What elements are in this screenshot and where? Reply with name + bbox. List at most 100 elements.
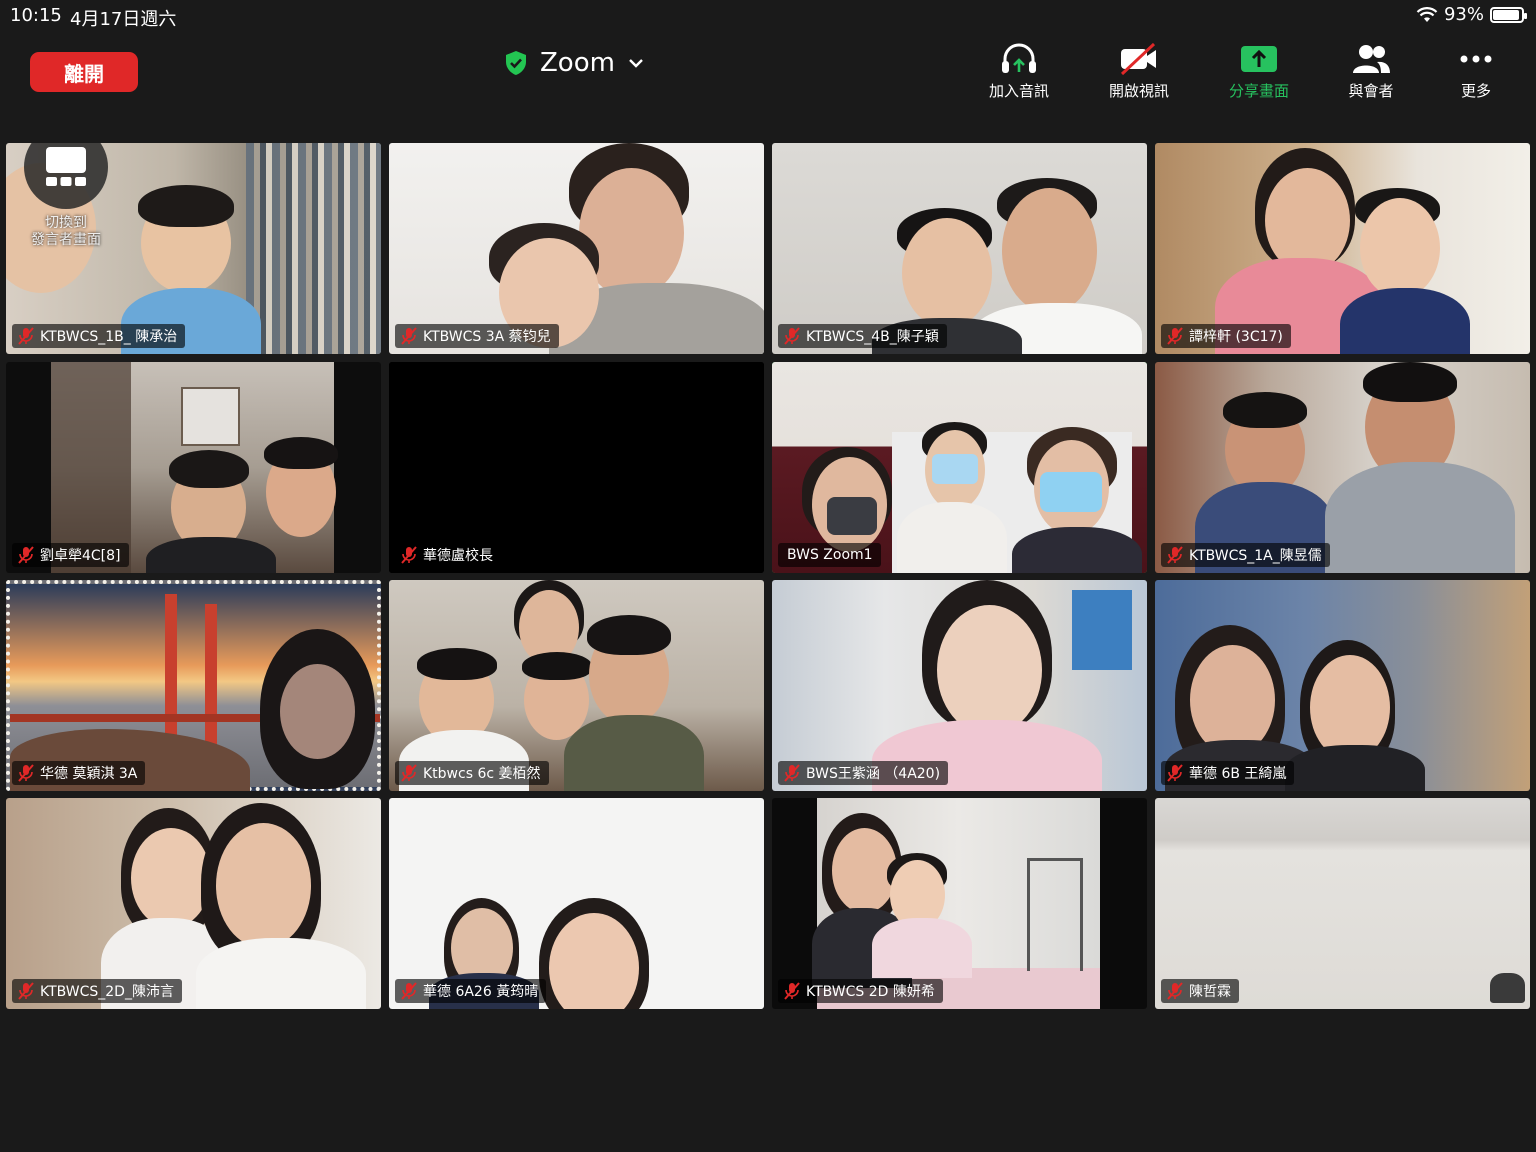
video-feed — [772, 798, 1147, 1009]
participant-name: 華德盧校長 — [423, 548, 493, 564]
mic-muted-icon — [401, 764, 417, 782]
video-tile[interactable]: KTBWCS_4B_陳子穎 — [772, 143, 1147, 354]
video-feed — [389, 362, 764, 573]
participant-name-tag: KTBWCS_4B_陳子穎 — [778, 324, 947, 348]
participant-name-tag: 華德盧校長 — [395, 543, 501, 567]
mic-muted-icon — [1167, 764, 1183, 782]
video-feed — [772, 580, 1147, 791]
video-tile-active-speaker[interactable]: BWS Zoom1 — [772, 362, 1147, 573]
video-tile[interactable]: 譚梓軒 (3C17) — [1155, 143, 1530, 354]
video-feed — [1155, 143, 1530, 354]
mic-muted-icon — [784, 982, 800, 1000]
participant-name-tag: KTBWCS_1A_陳昱儒 — [1161, 543, 1330, 567]
video-tile[interactable]: 华德 莫穎淇 3A — [6, 580, 381, 791]
participant-name-tag: KTBWCS 2D 陳妍希 — [778, 979, 943, 1003]
status-right: 93% — [1416, 4, 1527, 25]
participant-name: KTBWCS_2D_陳沛言 — [40, 984, 174, 1000]
battery-percent: 93% — [1443, 4, 1484, 25]
mic-muted-icon — [18, 327, 34, 345]
participant-name-tag: 華德 6A26 黃筠晴 — [395, 979, 547, 1003]
participant-name: KTBWCS 3A 蔡钧兒 — [423, 329, 551, 345]
mic-muted-icon — [784, 327, 800, 345]
video-tile[interactable]: 華德盧校長 — [389, 362, 764, 573]
participant-name: 劉卓犖4C[8] — [40, 548, 121, 564]
share-screen-label: 分享畫面 — [1228, 82, 1289, 100]
participant-name-tag: KTBWCS_2D_陳沛言 — [12, 979, 182, 1003]
participant-name-tag: 华德 莫穎淇 3A — [12, 761, 146, 785]
video-tile[interactable]: 陳哲霖 — [1155, 798, 1530, 1009]
participants-icon — [1353, 45, 1390, 73]
more-button[interactable]: 更多 — [1421, 42, 1531, 101]
participant-name: BWS Zoom1 — [787, 547, 873, 563]
video-tile[interactable]: Ktbwcs 6c 姜栢然 — [389, 580, 764, 791]
video-feed — [772, 362, 1147, 573]
mic-muted-icon — [18, 546, 34, 564]
participant-name-tag: BWS Zoom1 — [778, 543, 881, 567]
join-audio-label: 加入音訊 — [988, 82, 1049, 100]
video-feed — [6, 798, 381, 1009]
toolbar: 加入音訊 開啟視訊 分享畫面 與會者 更多 — [0, 42, 1536, 102]
video-tile[interactable]: 切換到 發言者畫面 KTBWCS_1B_ 陳承治 — [6, 143, 381, 354]
mic-muted-icon — [1167, 327, 1183, 345]
participant-name: KTBWCS_1B_ 陳承治 — [40, 329, 178, 345]
share-screen-button[interactable]: 分享畫面 — [1204, 42, 1314, 101]
video-tile[interactable]: KTBWCS 2D 陳妍希 — [772, 798, 1147, 1009]
video-tile[interactable]: KTBWCS_2D_陳沛言 — [6, 798, 381, 1009]
start-video-label: 開啟視訊 — [1108, 82, 1169, 100]
participants-button[interactable]: 與會者 — [1316, 42, 1426, 101]
video-tile[interactable]: KTBWCS_1A_陳昱儒 — [1155, 362, 1530, 573]
video-tile[interactable]: BWS王紫涵 （4A20) — [772, 580, 1147, 791]
headphones-icon — [1002, 43, 1036, 73]
mic-muted-icon — [18, 982, 34, 1000]
switch-view-line1: 切換到 — [45, 215, 87, 231]
gallery-view-icon — [24, 143, 108, 209]
status-bar: 10:15 4月17日週六 93% — [0, 0, 1536, 30]
mic-muted-icon — [401, 327, 417, 345]
switch-view-line2: 發言者畫面 — [31, 232, 101, 248]
video-feed — [1155, 362, 1530, 573]
participant-name-tag: 陳哲霖 — [1161, 979, 1239, 1003]
video-tile[interactable]: KTBWCS 3A 蔡钧兒 — [389, 143, 764, 354]
participant-name-tag: KTBWCS 3A 蔡钧兒 — [395, 324, 559, 348]
video-feed — [6, 362, 381, 573]
participant-name-tag: 譚梓軒 (3C17) — [1161, 324, 1291, 348]
participants-label: 與會者 — [1348, 82, 1394, 100]
battery-icon — [1490, 6, 1527, 23]
start-video-button[interactable]: 開啟視訊 — [1084, 42, 1194, 101]
share-screen-icon — [1241, 46, 1277, 72]
mic-muted-icon — [1167, 982, 1183, 1000]
participant-name: 華德 6A26 黃筠晴 — [423, 984, 539, 1000]
participant-name: 陳哲霖 — [1189, 984, 1231, 1000]
video-off-icon — [1120, 42, 1156, 76]
participant-name: BWS王紫涵 （4A20) — [806, 766, 941, 782]
more-icon — [1460, 55, 1492, 63]
status-date: 4月17日週六 — [70, 9, 177, 30]
participant-name: Ktbwcs 6c 姜栢然 — [423, 766, 541, 782]
video-feed — [389, 143, 764, 354]
switch-view-label: 切換到 發言者畫面 — [24, 215, 108, 249]
participant-name-tag: Ktbwcs 6c 姜栢然 — [395, 761, 549, 785]
video-tile[interactable]: 華德 6A26 黃筠晴 — [389, 798, 764, 1009]
video-feed — [1155, 580, 1530, 791]
video-feed — [1155, 798, 1530, 1009]
video-tile[interactable]: 劉卓犖4C[8] — [6, 362, 381, 573]
video-feed — [389, 580, 764, 791]
participant-name: 譚梓軒 (3C17) — [1189, 329, 1283, 345]
participant-name: KTBWCS_4B_陳子穎 — [806, 329, 939, 345]
mic-muted-icon — [401, 982, 417, 1000]
video-feed — [6, 580, 381, 791]
participant-name: KTBWCS 2D 陳妍希 — [806, 984, 935, 1000]
participant-name: 华德 莫穎淇 3A — [40, 766, 138, 782]
video-feed — [772, 143, 1147, 354]
mic-muted-icon — [784, 764, 800, 782]
mic-muted-icon — [1167, 546, 1183, 564]
participant-name-tag: BWS王紫涵 （4A20) — [778, 761, 949, 785]
switch-view-control[interactable]: 切換到 發言者畫面 — [24, 143, 108, 249]
wifi-icon — [1416, 6, 1438, 22]
video-feed — [389, 798, 764, 1009]
join-audio-button[interactable]: 加入音訊 — [964, 42, 1074, 101]
more-label: 更多 — [1460, 82, 1491, 100]
participant-name: 華德 6B 王綺嵐 — [1189, 766, 1287, 782]
video-tile[interactable]: 華德 6B 王綺嵐 — [1155, 580, 1530, 791]
participant-name-tag: KTBWCS_1B_ 陳承治 — [12, 324, 186, 348]
